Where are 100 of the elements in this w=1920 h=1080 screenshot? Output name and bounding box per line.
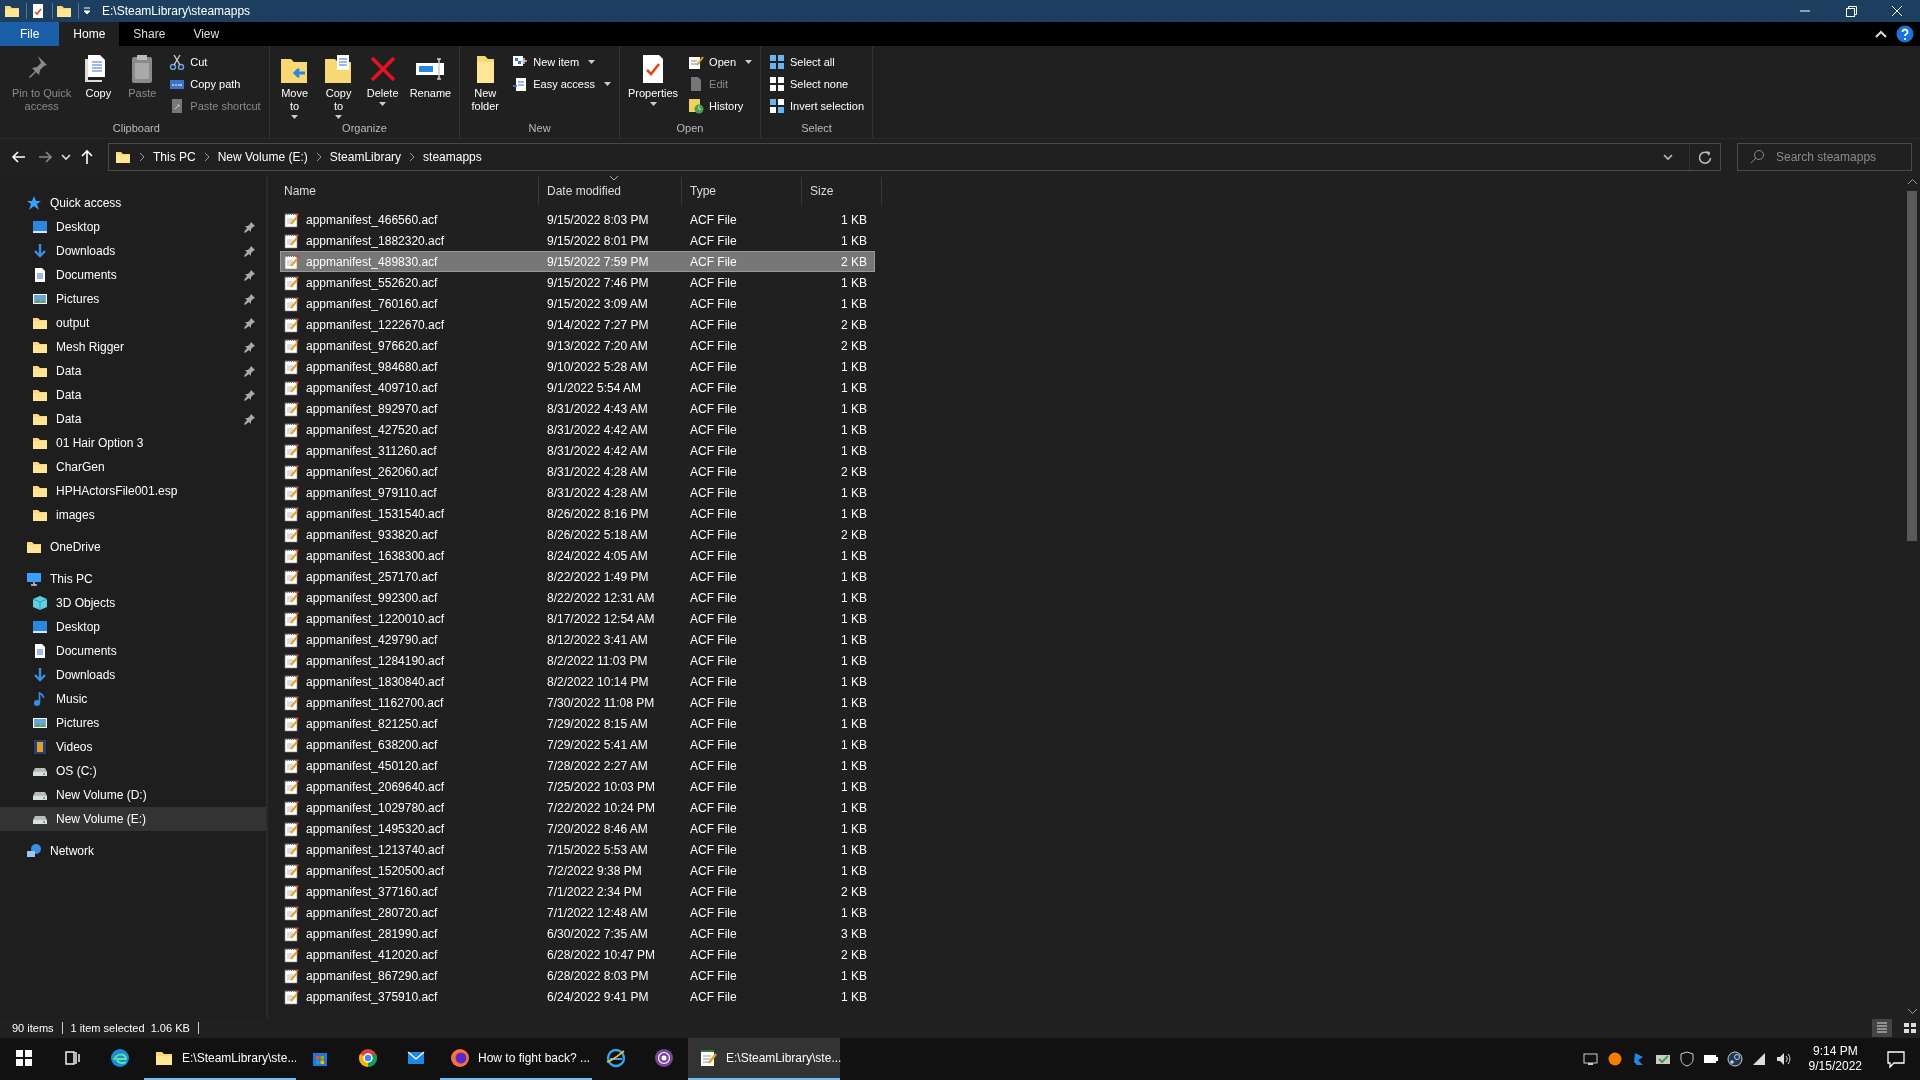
- file-row[interactable]: appmanifest_760160.acf 9/15/2022 3:09 AM ACF File 1 KB: [280, 293, 875, 314]
- sidebar-item[interactable]: Desktop: [0, 615, 266, 639]
- sidebar-item[interactable]: Music: [0, 687, 266, 711]
- ribbon-button[interactable]: Copy: [77, 50, 120, 122]
- properties-icon[interactable]: [26, 3, 46, 19]
- ribbon-button[interactable]: History: [684, 96, 757, 116]
- sidebar-item[interactable]: Mesh Rigger: [0, 335, 266, 359]
- scroll-down-icon[interactable]: [1907, 1008, 1917, 1014]
- file-row[interactable]: appmanifest_979110.acf 8/31/2022 4:28 AM ACF File 1 KB: [280, 482, 875, 503]
- file-row[interactable]: appmanifest_933820.acf 8/26/2022 5:18 AM ACF File 2 KB: [280, 524, 875, 545]
- taskbar-button[interactable]: E:\SteamLibrary\ste...: [688, 1038, 840, 1080]
- notification-icon[interactable]: [1886, 1049, 1906, 1069]
- ribbon-tab[interactable]: Share: [119, 22, 180, 46]
- file-row[interactable]: appmanifest_377160.acf 7/1/2022 2:34 PM ACF File 2 KB: [280, 881, 875, 902]
- folder-icon[interactable]: [52, 3, 72, 19]
- file-row[interactable]: appmanifest_409710.acf 9/1/2022 5:54 AM ACF File 1 KB: [280, 377, 875, 398]
- shield-icon[interactable]: [1678, 1051, 1695, 1067]
- file-row[interactable]: appmanifest_638200.acf 7/29/2022 5:41 AM ACF File 1 KB: [280, 734, 875, 755]
- speaker-icon[interactable]: [1774, 1051, 1791, 1067]
- file-row[interactable]: appmanifest_892970.acf 8/31/2022 4:43 AM ACF File 1 KB: [280, 398, 875, 419]
- circle-icon[interactable]: [1606, 1051, 1623, 1067]
- file-row[interactable]: appmanifest_450120.acf 7/28/2022 2:27 AM ACF File 1 KB: [280, 755, 875, 776]
- column-header[interactable]: Size: [802, 177, 882, 205]
- column-header[interactable]: Name: [276, 177, 539, 205]
- clock-button[interactable]: 9:14 PM 9/15/2022: [1798, 1038, 1872, 1080]
- file-row[interactable]: appmanifest_412020.acf 6/28/2022 10:47 PM ACF File 2 KB: [280, 944, 875, 965]
- dropdown-icon[interactable]: [78, 3, 92, 19]
- file-row[interactable]: appmanifest_1162700.acf 7/30/2022 11:08 PM ACF File 1 KB: [280, 692, 875, 713]
- help-icon[interactable]: [1896, 25, 1914, 43]
- sidebar-item[interactable]: HPHActorsFile001.esp: [0, 479, 266, 503]
- ribbon-button[interactable]: Select all: [765, 52, 868, 72]
- ribbon-button[interactable]: Rename: [405, 50, 456, 122]
- sidebar-item[interactable]: Downloads: [0, 239, 266, 263]
- sidebar-item[interactable]: Pictures: [0, 287, 266, 311]
- ribbon-button[interactable]: Easy access: [508, 74, 615, 94]
- ribbon-button[interactable]: Delete: [361, 50, 404, 122]
- file-row[interactable]: appmanifest_1882320.acf 9/15/2022 8:01 PM ACF File 1 KB: [280, 230, 875, 251]
- breadcrumb[interactable]: This PC: [153, 150, 196, 164]
- sidebar-item[interactable]: This PC: [0, 567, 266, 591]
- ribbon-button[interactable]: Move to: [273, 50, 316, 122]
- sidebar-item[interactable]: Desktop: [0, 215, 266, 239]
- file-row[interactable]: appmanifest_375910.acf 6/24/2022 9:41 PM ACF File 1 KB: [280, 986, 875, 1007]
- ribbon-button[interactable]: Copy to: [317, 50, 360, 122]
- sidebar-item[interactable]: Data: [0, 407, 266, 431]
- ribbon-button[interactable]: Copy path: [165, 74, 265, 94]
- ribbon-button[interactable]: New folder: [464, 50, 507, 122]
- file-row[interactable]: appmanifest_2069640.acf 7/25/2022 10:03 PM ACF File 1 KB: [280, 776, 875, 797]
- sidebar-item[interactable]: Pictures: [0, 711, 266, 735]
- file-row[interactable]: appmanifest_1029780.acf 7/22/2022 10:24 PM ACF File 1 KB: [280, 797, 875, 818]
- breadcrumb[interactable]: steamapps: [423, 150, 482, 164]
- sidebar-item[interactable]: Downloads: [0, 663, 266, 687]
- scroll-up-icon[interactable]: [1907, 179, 1917, 185]
- breadcrumb[interactable]: New Volume (E:): [217, 150, 308, 164]
- sidebar-item[interactable]: CharGen: [0, 455, 266, 479]
- sidebar-item[interactable]: images: [0, 503, 266, 527]
- ribbon-tab[interactable]: Home: [59, 22, 120, 46]
- search-field[interactable]: Search steamapps: [1737, 143, 1912, 171]
- sidebar-item[interactable]: New Volume (D:): [0, 783, 266, 807]
- file-row[interactable]: appmanifest_280720.acf 7/1/2022 12:48 AM ACF File 1 KB: [280, 902, 875, 923]
- sidebar-item[interactable]: OneDrive: [0, 535, 266, 559]
- file-row[interactable]: appmanifest_281990.acf 6/30/2022 7:35 AM ACF File 3 KB: [280, 923, 875, 944]
- file-row[interactable]: appmanifest_984680.acf 9/10/2022 5:28 AM ACF File 1 KB: [280, 356, 875, 377]
- sidebar-item[interactable]: OS (C:): [0, 759, 266, 783]
- file-row[interactable]: appmanifest_311260.acf 8/31/2022 4:42 AM ACF File 1 KB: [280, 440, 875, 461]
- file-row[interactable]: appmanifest_976620.acf 9/13/2022 7:20 AM ACF File 2 KB: [280, 335, 875, 356]
- monitor-icon[interactable]: [1582, 1051, 1599, 1067]
- sidebar-item[interactable]: New Volume (E:): [0, 807, 266, 831]
- column-header[interactable]: Date modified: [539, 177, 682, 205]
- sidebar-item[interactable]: 01 Hair Option 3: [0, 431, 266, 455]
- file-row[interactable]: appmanifest_1830840.acf 8/2/2022 10:14 PM ACF File 1 KB: [280, 671, 875, 692]
- breadcrumb[interactable]: SteamLibrary: [329, 150, 402, 164]
- file-row[interactable]: appmanifest_429790.acf 8/12/2022 3:41 AM ACF File 1 KB: [280, 629, 875, 650]
- file-row[interactable]: appmanifest_1284190.acf 8/2/2022 11:03 PM ACF File 1 KB: [280, 650, 875, 671]
- sidebar-item[interactable]: Quick access: [0, 191, 266, 215]
- file-row[interactable]: appmanifest_821250.acf 7/29/2022 8:15 AM ACF File 1 KB: [280, 713, 875, 734]
- ribbon-button[interactable]: Properties: [623, 50, 683, 122]
- file-row[interactable]: appmanifest_1222670.acf 9/14/2022 7:27 PM ACF File 2 KB: [280, 314, 875, 335]
- file-row[interactable]: appmanifest_427520.acf 8/31/2022 4:42 AM ACF File 1 KB: [280, 419, 875, 440]
- ribbon-tab[interactable]: View: [179, 22, 234, 46]
- file-row[interactable]: appmanifest_992300.acf 8/22/2022 12:31 AM ACF File 1 KB: [280, 587, 875, 608]
- sidebar-item[interactable]: Data: [0, 359, 266, 383]
- file-row[interactable]: appmanifest_262060.acf 8/31/2022 4:28 AM ACF File 2 KB: [280, 461, 875, 482]
- column-header[interactable]: Type: [682, 177, 802, 205]
- sidebar-item[interactable]: Videos: [0, 735, 266, 759]
- ribbon-button[interactable]: Select none: [765, 74, 868, 94]
- file-row[interactable]: appmanifest_867290.acf 6/28/2022 8:03 PM ACF File 1 KB: [280, 965, 875, 986]
- sidebar-item[interactable]: Network: [0, 839, 266, 863]
- file-row[interactable]: appmanifest_1213740.acf 7/15/2022 5:53 AM ACF File 1 KB: [280, 839, 875, 860]
- file-row[interactable]: appmanifest_466560.acf 9/15/2022 8:03 PM ACF File 1 KB: [280, 209, 875, 230]
- file-row[interactable]: appmanifest_1638300.acf 8/24/2022 4:05 AM ACF File 1 KB: [280, 545, 875, 566]
- file-row[interactable]: appmanifest_1495320.acf 7/20/2022 8:46 AM ACF File 1 KB: [280, 818, 875, 839]
- file-row[interactable]: appmanifest_1531540.acf 8/26/2022 8:16 PM ACF File 1 KB: [280, 503, 875, 524]
- ribbon-button[interactable]: New item: [508, 52, 615, 72]
- address-field[interactable]: This PC New Volume (E:) SteamLibrary steamapps: [108, 143, 1721, 171]
- file-menu-button[interactable]: File: [0, 22, 60, 46]
- scrollbar-thumb[interactable]: [1907, 191, 1917, 541]
- sidebar-item[interactable]: output: [0, 311, 266, 335]
- file-row[interactable]: appmanifest_552620.acf 9/15/2022 7:46 PM ACF File 1 KB: [280, 272, 875, 293]
- sidebar-item[interactable]: Documents: [0, 263, 266, 287]
- ribbon-button[interactable]: Open: [684, 52, 757, 72]
